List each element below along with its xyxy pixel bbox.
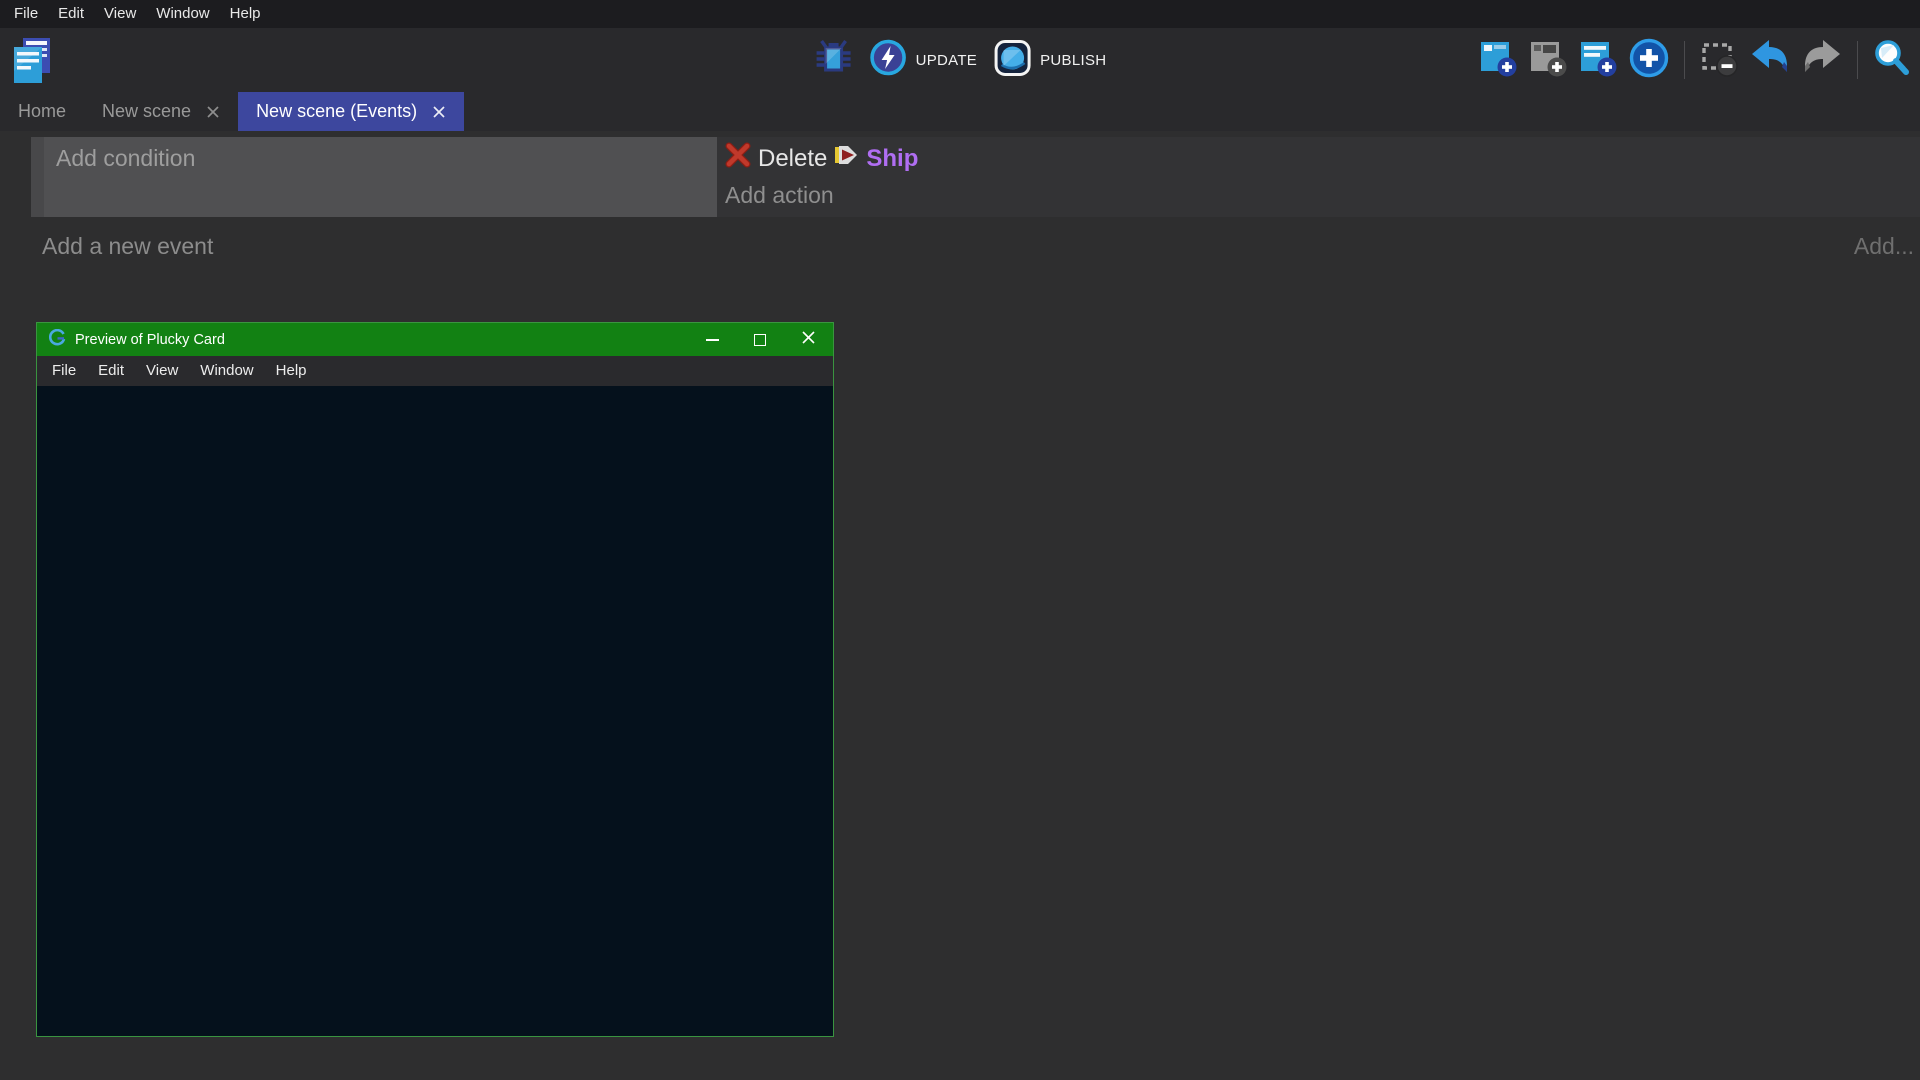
add-external-layout-icon — [1528, 38, 1568, 83]
main-toolbar: UPDATE PUBLISH — [0, 28, 1920, 92]
toolbar-divider — [1684, 41, 1685, 79]
undo-arrow-icon — [1749, 39, 1791, 82]
add-new-event-button[interactable]: Add a new event — [42, 233, 213, 260]
menu-window[interactable]: Window — [146, 0, 219, 28]
events-editor: Add condition Delete — [0, 137, 1920, 1080]
search-button[interactable] — [1872, 38, 1912, 83]
preview-menu-file[interactable]: File — [41, 356, 87, 386]
add-scene-icon — [1478, 38, 1518, 83]
preview-menu-window[interactable]: Window — [189, 356, 264, 386]
add-circle-icon — [1628, 37, 1670, 84]
menu-view[interactable]: View — [94, 0, 146, 28]
close-button[interactable] — [791, 323, 825, 356]
project-manager-icon — [10, 36, 52, 89]
debugger-bug-icon — [814, 38, 854, 83]
preview-menu-view[interactable]: View — [135, 356, 189, 386]
redo-button[interactable] — [1801, 39, 1843, 82]
tab-label: New scene — [102, 101, 191, 122]
gdevelop-logo-icon — [49, 329, 66, 351]
ship-object-icon — [834, 144, 859, 173]
action-verb: Delete — [758, 145, 827, 173]
remove-selection-button[interactable] — [1699, 38, 1739, 83]
minimize-icon — [706, 339, 719, 341]
tab-new-scene[interactable]: New scene — [84, 92, 238, 131]
project-manager-button[interactable] — [10, 36, 52, 89]
preview-window: Preview of Plucky Card File — [36, 322, 834, 1037]
tab-new-scene-events[interactable]: New scene (Events) — [238, 92, 464, 131]
main-menubar: File Edit View Window Help — [0, 0, 1920, 28]
publish-button[interactable]: PUBLISH — [993, 39, 1106, 82]
tab-close-icon[interactable] — [206, 105, 220, 119]
undo-button[interactable] — [1749, 39, 1791, 82]
tab-close-icon[interactable] — [432, 105, 446, 119]
actions-column: Delete Ship Add action — [717, 137, 1920, 217]
add-external-events-icon — [1578, 38, 1618, 83]
preview-menubar: File Edit View Window Help — [37, 356, 833, 386]
debugger-button[interactable] — [814, 38, 854, 83]
publish-globe-icon — [993, 39, 1031, 82]
preview-menu-help[interactable]: Help — [265, 356, 318, 386]
minimize-button[interactable] — [695, 323, 729, 356]
action-object-name: Ship — [866, 145, 918, 173]
redo-arrow-icon — [1801, 39, 1843, 82]
toolbar-divider — [1857, 41, 1858, 79]
preview-game-canvas[interactable] — [37, 386, 833, 1036]
preview-window-controls — [681, 323, 825, 356]
update-label: UPDATE — [916, 52, 978, 69]
add-event-row: Add a new event Add... — [42, 233, 1914, 260]
tab-home[interactable]: Home — [0, 92, 84, 131]
preview-window-title: Preview of Plucky Card — [75, 332, 225, 348]
menu-file[interactable]: File — [4, 0, 48, 28]
maximize-icon — [754, 334, 766, 346]
add-extension-button[interactable] — [1628, 37, 1670, 84]
toolbar-right-group — [1478, 28, 1912, 92]
tab-label: Home — [18, 101, 66, 122]
search-magnifier-icon — [1872, 38, 1912, 83]
maximize-button[interactable] — [743, 323, 777, 356]
menu-help[interactable]: Help — [220, 0, 271, 28]
deselect-icon — [1699, 38, 1739, 83]
publish-label: PUBLISH — [1040, 52, 1106, 69]
event-drag-handle[interactable] — [31, 137, 44, 217]
action-delete-ship[interactable]: Delete Ship — [725, 142, 1920, 175]
add-action-placeholder[interactable]: Add action — [725, 182, 1920, 209]
preview-menu-edit[interactable]: Edit — [87, 356, 135, 386]
conditions-column[interactable]: Add condition — [44, 137, 717, 217]
add-more-button[interactable]: Add... — [1854, 233, 1914, 260]
editor-tabbar: Home New scene New scene (Events) — [0, 92, 1920, 131]
menu-edit[interactable]: Edit — [48, 0, 94, 28]
event-row: Add condition Delete — [31, 137, 1920, 217]
add-external-layout-button[interactable] — [1528, 38, 1568, 83]
delete-cross-icon — [725, 142, 751, 175]
update-lightning-icon — [870, 39, 907, 81]
preview-titlebar[interactable]: Preview of Plucky Card — [37, 323, 833, 356]
toolbar-center-group: UPDATE PUBLISH — [814, 28, 1107, 92]
tab-label: New scene (Events) — [256, 101, 417, 122]
update-button[interactable]: UPDATE — [870, 39, 978, 81]
add-scene-button[interactable] — [1478, 38, 1518, 83]
gdevelop-app-window: File Edit View Window Help — [0, 0, 1920, 1080]
add-condition-placeholder[interactable]: Add condition — [56, 145, 717, 172]
add-external-events-button[interactable] — [1578, 38, 1618, 83]
close-icon — [801, 330, 816, 350]
